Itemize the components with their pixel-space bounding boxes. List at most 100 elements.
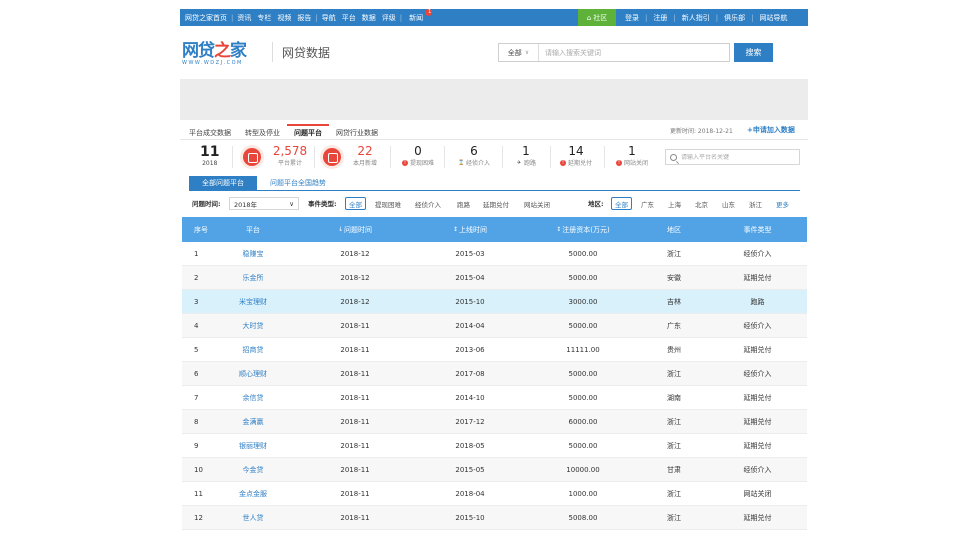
cell-online: 2013-06 bbox=[455, 345, 485, 354]
login-link[interactable]: 登录 bbox=[620, 13, 644, 23]
cell-reg: 湖南 bbox=[667, 393, 681, 402]
table-row[interactable]: 9 银丽理财 2018-11 2018-05 5000.00 浙江 延期兑付 bbox=[182, 434, 807, 458]
platform-link[interactable]: 世人贷 bbox=[210, 506, 296, 529]
tab-all-problem-platforms[interactable]: 全部问题平台 bbox=[189, 176, 257, 190]
hot-badge: 1 bbox=[425, 8, 433, 16]
filter-type-withdraw[interactable]: 提现困难 bbox=[372, 197, 404, 210]
nav-item-report[interactable]: 报告 bbox=[294, 13, 314, 23]
cell-cap: 5000.00 bbox=[568, 273, 598, 282]
search-icon bbox=[670, 153, 677, 161]
table-row[interactable]: 11 金点金服 2018-11 2018-04 1000.00 浙江 网站关闭 bbox=[182, 482, 807, 506]
filter-region-guangdong[interactable]: 广东 bbox=[638, 197, 657, 210]
platform-link[interactable]: 金点金服 bbox=[210, 482, 296, 505]
apply-data-link[interactable]: +申请加入数据 bbox=[747, 125, 795, 135]
platform-link[interactable]: 金满赢 bbox=[210, 410, 296, 433]
table-row[interactable]: 8 金满赢 2018-11 2017-12 6000.00 浙江 延期兑付 bbox=[182, 410, 807, 434]
platform-link[interactable]: 大时贷 bbox=[210, 314, 296, 337]
tab-national-trend[interactable]: 问题平台全国趋势 bbox=[257, 176, 339, 190]
col-header-problem-time[interactable]: ↓ 问题时间 bbox=[296, 217, 414, 242]
nav-item-rating[interactable]: 评级 bbox=[379, 13, 399, 23]
nav-item-video[interactable]: 视频 bbox=[274, 13, 294, 23]
tab-industry-data[interactable]: 网贷行业数据 bbox=[329, 124, 385, 139]
platform-link[interactable]: 乐金所 bbox=[210, 266, 296, 289]
cell-idx: 5 bbox=[194, 345, 199, 354]
community-label: 社区 bbox=[593, 13, 608, 22]
year-select[interactable]: 2018年 ∨ bbox=[229, 197, 299, 210]
table-row[interactable]: 10 今金贷 2018-11 2015-05 10000.00 甘肃 经侦介入 bbox=[182, 458, 807, 482]
nav-item-platform[interactable]: 平台 bbox=[339, 13, 359, 23]
tab-transition[interactable]: 转型及停业 bbox=[238, 124, 287, 139]
nav-home-link[interactable]: 网贷之家首页 bbox=[182, 13, 230, 23]
table-row[interactable]: 7 余信贷 2018-11 2014-10 5000.00 湖南 延期兑付 bbox=[182, 386, 807, 410]
filter-type-all[interactable]: 全部 bbox=[345, 197, 366, 210]
cell-idx: 2 bbox=[194, 273, 199, 282]
platform-link[interactable]: 稳赚宝 bbox=[210, 242, 296, 265]
cell-online: 2014-04 bbox=[455, 321, 485, 330]
platform-link[interactable]: 今金贷 bbox=[210, 458, 296, 481]
table-row[interactable]: 5 招商贷 2018-11 2013-06 11111.00 贵州 延期兑付 bbox=[182, 338, 807, 362]
year-select-value: 2018年 bbox=[234, 200, 258, 209]
community-button[interactable]: ⌂ 社区 bbox=[578, 9, 616, 26]
table-row[interactable]: 12 世人贷 2018-11 2015-10 5008.00 浙江 延期兑付 bbox=[182, 506, 807, 530]
platform-search-input[interactable] bbox=[681, 153, 799, 161]
platform-link[interactable]: 顺心理财 bbox=[210, 362, 296, 385]
cell-cap: 5008.00 bbox=[568, 513, 598, 522]
cell-idx: 11 bbox=[194, 489, 203, 498]
filter-region-more[interactable]: 更多 bbox=[773, 197, 792, 210]
coin-stack-icon-inner bbox=[243, 148, 261, 166]
platform-link[interactable]: 招商贷 bbox=[210, 338, 296, 361]
filter-type-closed[interactable]: 网站关闭 bbox=[521, 197, 553, 210]
filter-bar: 问题时间: 2018年 ∨ 事件类型: 全部 提现困难 经侦介入 跑路 延期兑付… bbox=[192, 197, 802, 211]
table-row[interactable]: 1 稳赚宝 2018-12 2015-03 5000.00 浙江 经侦介入 bbox=[182, 242, 807, 266]
filter-region-all[interactable]: 全部 bbox=[611, 197, 632, 210]
cell-idx: 12 bbox=[194, 513, 203, 522]
nav-item-data[interactable]: 数据 bbox=[359, 13, 379, 23]
filter-region-beijing[interactable]: 北京 bbox=[692, 197, 711, 210]
site-search: 全部 ∨ bbox=[498, 43, 730, 62]
table-row[interactable]: 2 乐金所 2018-12 2015-04 5000.00 安徽 延期兑付 bbox=[182, 266, 807, 290]
nav-item-hot[interactable]: 新闻 1 bbox=[403, 8, 433, 23]
site-nav-link[interactable]: 网站导航 bbox=[754, 13, 792, 23]
filter-region-shandong[interactable]: 山东 bbox=[719, 197, 738, 210]
nav-item-hot-label: 新闻 bbox=[409, 13, 424, 22]
cell-cap: 5000.00 bbox=[568, 393, 598, 402]
cell-reg: 浙江 bbox=[667, 441, 681, 450]
nav-item-news[interactable]: 资讯 bbox=[234, 13, 254, 23]
cell-cap: 5000.00 bbox=[568, 321, 598, 330]
nav-item-column[interactable]: 专栏 bbox=[254, 13, 274, 23]
club-link[interactable]: 俱乐部 bbox=[719, 13, 750, 23]
tab-problem-platforms[interactable]: 问题平台 bbox=[287, 124, 329, 139]
search-input[interactable] bbox=[539, 44, 729, 61]
problem-platform-table: 序号 平台 ↓ 问题时间 ↕ 上线时间 ↕ 注册资本(万元) 地区 事件类型 1 稳赚宝… bbox=[182, 217, 807, 530]
platform-link[interactable]: 余信贷 bbox=[210, 386, 296, 409]
platform-link[interactable]: 银丽理财 bbox=[210, 434, 296, 457]
cell-online: 2014-10 bbox=[455, 393, 485, 402]
platform-link[interactable]: 米宝理财 bbox=[210, 290, 296, 313]
cell-evt: 延期兑付 bbox=[743, 345, 772, 354]
newbie-guide-link[interactable]: 新人指引 bbox=[677, 13, 715, 23]
table-row[interactable]: 4 大时贷 2018-11 2014-04 5000.00 广东 经侦介入 bbox=[182, 314, 807, 338]
hourglass-icon: ⌛ bbox=[457, 159, 465, 166]
filter-type-police[interactable]: 经侦介入 bbox=[412, 197, 444, 210]
col-header-capital[interactable]: ↕ 注册资本(万元) bbox=[526, 217, 640, 242]
cell-idx: 4 bbox=[194, 321, 199, 330]
site-logo[interactable]: 网贷之家 WWW.WDZJ.COM bbox=[182, 36, 266, 66]
search-button[interactable]: 搜索 bbox=[734, 43, 773, 62]
filter-type-delayed[interactable]: 延期兑付 bbox=[480, 197, 512, 210]
col-header-online-time[interactable]: ↕ 上线时间 bbox=[414, 217, 526, 242]
search-scope-value: 全部 bbox=[507, 48, 522, 57]
filter-type-runaway[interactable]: 跑路 bbox=[454, 197, 473, 210]
filter-region-shanghai[interactable]: 上海 bbox=[665, 197, 684, 210]
tab-platform-volume[interactable]: 平台成交数据 bbox=[182, 124, 238, 139]
table-body: 1 稳赚宝 2018-12 2015-03 5000.00 浙江 经侦介入 2 乐金所 2018-… bbox=[182, 242, 807, 530]
cell-online: 2018-05 bbox=[455, 441, 485, 450]
cell-cap: 6000.00 bbox=[568, 417, 598, 426]
stat-c3-label: 跑路 bbox=[523, 160, 536, 167]
filter-region-zhejiang[interactable]: 浙江 bbox=[746, 197, 765, 210]
table-row[interactable]: 6 顺心理财 2018-11 2017-08 5000.00 浙江 经侦介入 bbox=[182, 362, 807, 386]
table-row[interactable]: 3 米宝理财 2018-12 2015-10 3000.00 吉林 跑路 bbox=[182, 290, 807, 314]
nav-item-guide[interactable]: 导航 bbox=[319, 13, 339, 23]
search-scope-select[interactable]: 全部 ∨ bbox=[499, 44, 539, 61]
register-link[interactable]: 注册 bbox=[648, 13, 672, 23]
header-divider bbox=[272, 42, 273, 62]
